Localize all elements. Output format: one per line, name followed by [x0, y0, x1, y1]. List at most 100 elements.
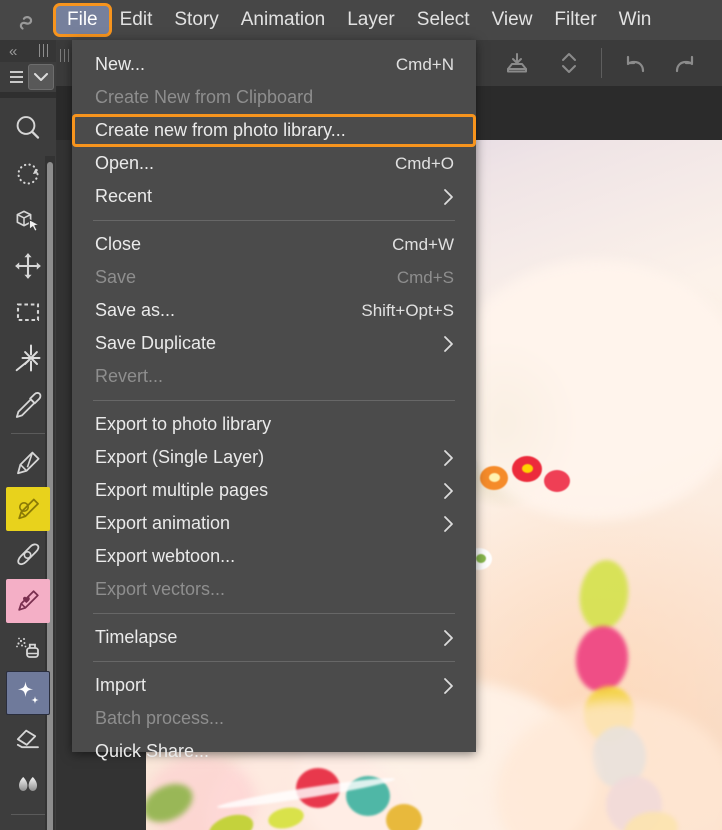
magnifier-tool[interactable] — [6, 106, 50, 150]
move-layer-tool[interactable] — [6, 244, 50, 288]
menu-item-import-label: Import — [95, 675, 147, 695]
menu-item-new-accel: Cmd+N — [395, 54, 454, 74]
spray-can-icon — [16, 637, 39, 658]
page-navigate-button[interactable] — [543, 40, 595, 86]
menu-item-export-animation[interactable]: Export animation — [72, 507, 476, 540]
menu-select-label: Select — [416, 9, 470, 30]
redo-button[interactable] — [660, 40, 712, 86]
menu-edit[interactable]: Edit — [109, 6, 164, 34]
menu-item-save-duplicate[interactable]: Save Duplicate — [72, 327, 476, 360]
eraser-tool[interactable] — [6, 717, 50, 761]
command-bar-grip-icon[interactable] — [60, 49, 69, 62]
menu-divider-1 — [93, 220, 455, 221]
tool-panel: « — [0, 40, 56, 830]
menu-item-export-single-layer-label: Export (Single Layer) — [95, 447, 265, 467]
chevron-right-icon — [443, 677, 454, 695]
menu-item-create-new-from-photo-library-label: Create new from photo library... — [95, 120, 346, 140]
rotate-tool[interactable] — [6, 152, 50, 196]
chevron-right-icon — [443, 482, 454, 500]
object-tool[interactable] — [6, 198, 50, 242]
app-window: File Edit Story Animation Layer Select V… — [0, 0, 722, 830]
menu-item-open[interactable]: Open... Cmd+O — [72, 147, 476, 180]
menu-view[interactable]: View — [481, 6, 544, 34]
menu-item-revert-label: Revert... — [95, 366, 164, 386]
menu-item-recent[interactable]: Recent — [72, 180, 476, 213]
brush-tool[interactable] — [6, 533, 50, 577]
chevron-right-icon — [443, 629, 454, 647]
sparkle-star-icon — [17, 681, 39, 704]
menu-item-close-accel: Cmd+W — [392, 234, 454, 254]
menu-file[interactable]: File — [56, 6, 109, 34]
chevron-down-icon[interactable] — [28, 64, 54, 90]
decoration-tool[interactable] — [6, 671, 50, 715]
chevron-right-icon — [443, 188, 454, 206]
menu-filter[interactable]: Filter — [543, 6, 607, 34]
rotate-dotted-circle-icon — [17, 163, 39, 185]
menu-item-save: Save Cmd+S — [72, 261, 476, 294]
undo-button[interactable] — [608, 40, 660, 86]
menu-item-new-label: New... — [95, 54, 146, 74]
menu-item-timelapse[interactable]: Timelapse — [72, 621, 476, 654]
menu-window[interactable]: Win — [608, 6, 663, 34]
pencil-swatch-icon — [18, 498, 39, 520]
menu-layer-label: Layer — [347, 9, 395, 30]
airbrush-marker-tool[interactable] — [6, 579, 50, 623]
menu-animation[interactable]: Animation — [230, 6, 337, 34]
menu-animation-label: Animation — [240, 9, 326, 30]
spray-tool[interactable] — [6, 625, 50, 669]
menu-story[interactable]: Story — [163, 6, 229, 34]
tool-panel-subheader — [0, 62, 56, 92]
menu-edit-label: Edit — [119, 9, 153, 30]
menu-item-quick-share[interactable]: Quick Share... — [72, 735, 476, 768]
menu-item-recent-label: Recent — [95, 186, 153, 206]
menu-select[interactable]: Select — [406, 6, 481, 34]
pen-tool[interactable] — [6, 441, 50, 485]
menu-item-export-multiple-pages[interactable]: Export multiple pages — [72, 474, 476, 507]
menu-layer[interactable]: Layer — [336, 6, 406, 34]
menu-item-open-label: Open... — [95, 153, 155, 173]
double-chevron-left-icon[interactable]: « — [0, 44, 17, 59]
menu-item-export-webtoon[interactable]: Export webtoon... — [72, 540, 476, 573]
menu-item-export-animation-label: Export animation — [95, 513, 231, 533]
menu-item-create-new-from-photo-library[interactable]: Create new from photo library... — [72, 114, 476, 147]
menu-item-batch-process-label: Batch process... — [95, 708, 225, 728]
hamburger-menu-icon[interactable] — [5, 66, 27, 88]
menu-item-close[interactable]: Close Cmd+W — [72, 228, 476, 261]
menu-item-save-as[interactable]: Save as... Shift+Opt+S — [72, 294, 476, 327]
pencil-tool[interactable] — [6, 487, 50, 531]
menu-item-import[interactable]: Import — [72, 669, 476, 702]
menu-view-label: View — [491, 9, 533, 30]
menu-item-save-accel: Cmd+S — [396, 267, 454, 287]
menu-item-export-to-photo-library[interactable]: Export to photo library — [72, 408, 476, 441]
command-bar-divider — [601, 48, 602, 78]
menu-item-export-single-layer[interactable]: Export (Single Layer) — [72, 441, 476, 474]
magnifier-icon — [16, 116, 40, 139]
menu-item-save-duplicate-label: Save Duplicate — [95, 333, 217, 353]
menu-story-label: Story — [174, 9, 219, 30]
menu-window-label: Win — [618, 9, 652, 30]
auto-select-tool[interactable] — [6, 336, 50, 380]
menu-item-export-webtoon-label: Export webtoon... — [95, 546, 236, 566]
selection-tool[interactable] — [6, 290, 50, 334]
menu-item-save-as-label: Save as... — [95, 300, 176, 320]
object-cube-cursor-icon — [16, 210, 40, 232]
chevron-right-icon — [443, 335, 454, 353]
clip-studio-paint-logo-icon[interactable] — [0, 0, 56, 40]
menu-item-batch-process: Batch process... — [72, 702, 476, 735]
file-menu-dropdown[interactable]: New... Cmd+N Create New from Clipboard C… — [72, 40, 476, 761]
menu-item-export-vectors: Export vectors... — [72, 573, 476, 606]
menu-divider-2 — [93, 400, 455, 401]
menu-divider-4 — [93, 661, 455, 662]
eyedropper-tool[interactable] — [6, 382, 50, 426]
menu-item-revert: Revert... — [72, 360, 476, 393]
menu-item-export-vectors-label: Export vectors... — [95, 579, 226, 599]
blend-tool[interactable] — [6, 763, 50, 807]
drag-grip-icon[interactable] — [39, 44, 48, 57]
save-to-device-button[interactable] — [491, 40, 543, 86]
gradient-tool[interactable] — [6, 822, 50, 830]
menu-bar: File Edit Story Animation Layer Select V… — [0, 0, 722, 40]
menu-item-new[interactable]: New... Cmd+N — [72, 48, 476, 81]
tray-download-icon — [507, 53, 527, 73]
menu-item-open-accel-value: Cmd+O — [394, 153, 454, 173]
magic-wand-sparkle-icon — [15, 344, 41, 372]
